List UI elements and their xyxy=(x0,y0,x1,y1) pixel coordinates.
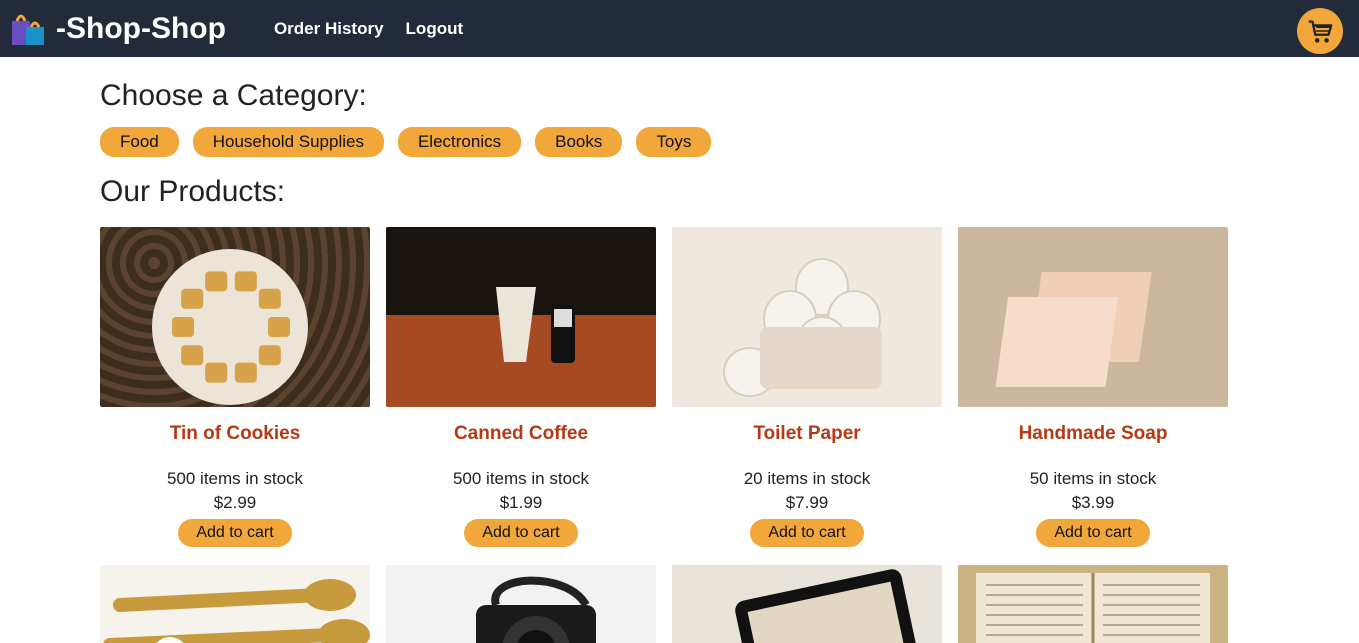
product-name-link[interactable]: Tin of Cookies xyxy=(100,423,370,445)
product-stock: 500 items in stock xyxy=(386,469,656,489)
add-to-cart-button[interactable]: Add to cart xyxy=(1036,519,1149,547)
shopping-bags-icon xyxy=(8,7,52,51)
product-image[interactable] xyxy=(958,227,1228,407)
product-grid: Tin of Cookies 500 items in stock $2.99 Add… xyxy=(100,227,1250,643)
product-name-link[interactable]: Handmade Soap xyxy=(958,423,1228,445)
product-stock: 50 items in stock xyxy=(958,469,1228,489)
nav-logout[interactable]: Logout xyxy=(406,19,464,39)
app-header: -Shop-Shop Order History Logout xyxy=(0,0,1359,57)
product-price: $2.99 xyxy=(100,493,370,513)
add-to-cart-button[interactable]: Add to cart xyxy=(464,519,577,547)
product-image[interactable] xyxy=(672,227,942,407)
product-card: Canned Coffee 500 items in stock $1.99 Add … xyxy=(386,227,656,547)
product-image[interactable] xyxy=(386,227,656,407)
category-electronics[interactable]: Electronics xyxy=(398,127,521,157)
product-price: $7.99 xyxy=(672,493,942,513)
category-heading: Choose a Category: xyxy=(100,79,1250,113)
brand-link[interactable]: -Shop-Shop xyxy=(56,12,226,46)
nav-order-history[interactable]: Order History xyxy=(274,19,384,39)
product-image[interactable] xyxy=(386,565,656,643)
logo-block: -Shop-Shop xyxy=(8,7,226,51)
product-card xyxy=(100,565,370,643)
product-card xyxy=(672,565,942,643)
product-card xyxy=(386,565,656,643)
category-row: Food Household Supplies Electronics Books To… xyxy=(100,127,1250,157)
cart-button[interactable] xyxy=(1297,8,1343,54)
category-household-supplies[interactable]: Household Supplies xyxy=(193,127,384,157)
product-card xyxy=(958,565,1228,643)
add-to-cart-button[interactable]: Add to cart xyxy=(178,519,291,547)
product-card: Handmade Soap 50 items in stock $3.99 Add t… xyxy=(958,227,1228,547)
product-card: Tin of Cookies 500 items in stock $2.99 Add… xyxy=(100,227,370,547)
cart-icon xyxy=(1305,16,1335,46)
add-to-cart-button[interactable]: Add to cart xyxy=(750,519,863,547)
category-books[interactable]: Books xyxy=(535,127,622,157)
product-image[interactable] xyxy=(672,565,942,643)
product-image[interactable] xyxy=(958,565,1228,643)
category-food[interactable]: Food xyxy=(100,127,179,157)
product-stock: 20 items in stock xyxy=(672,469,942,489)
product-name-link[interactable]: Canned Coffee xyxy=(386,423,656,445)
product-image[interactable] xyxy=(100,227,370,407)
main-content: Choose a Category: Food Household Supplie… xyxy=(0,57,1250,643)
product-card: Toilet Paper 20 items in stock $7.99 Add to… xyxy=(672,227,942,547)
products-heading: Our Products: xyxy=(100,175,1250,209)
product-image[interactable] xyxy=(100,565,370,643)
product-price: $1.99 xyxy=(386,493,656,513)
category-toys[interactable]: Toys xyxy=(636,127,711,157)
nav-links: Order History Logout xyxy=(274,19,463,39)
product-name-link[interactable]: Toilet Paper xyxy=(672,423,942,445)
product-price: $3.99 xyxy=(958,493,1228,513)
product-stock: 500 items in stock xyxy=(100,469,370,489)
